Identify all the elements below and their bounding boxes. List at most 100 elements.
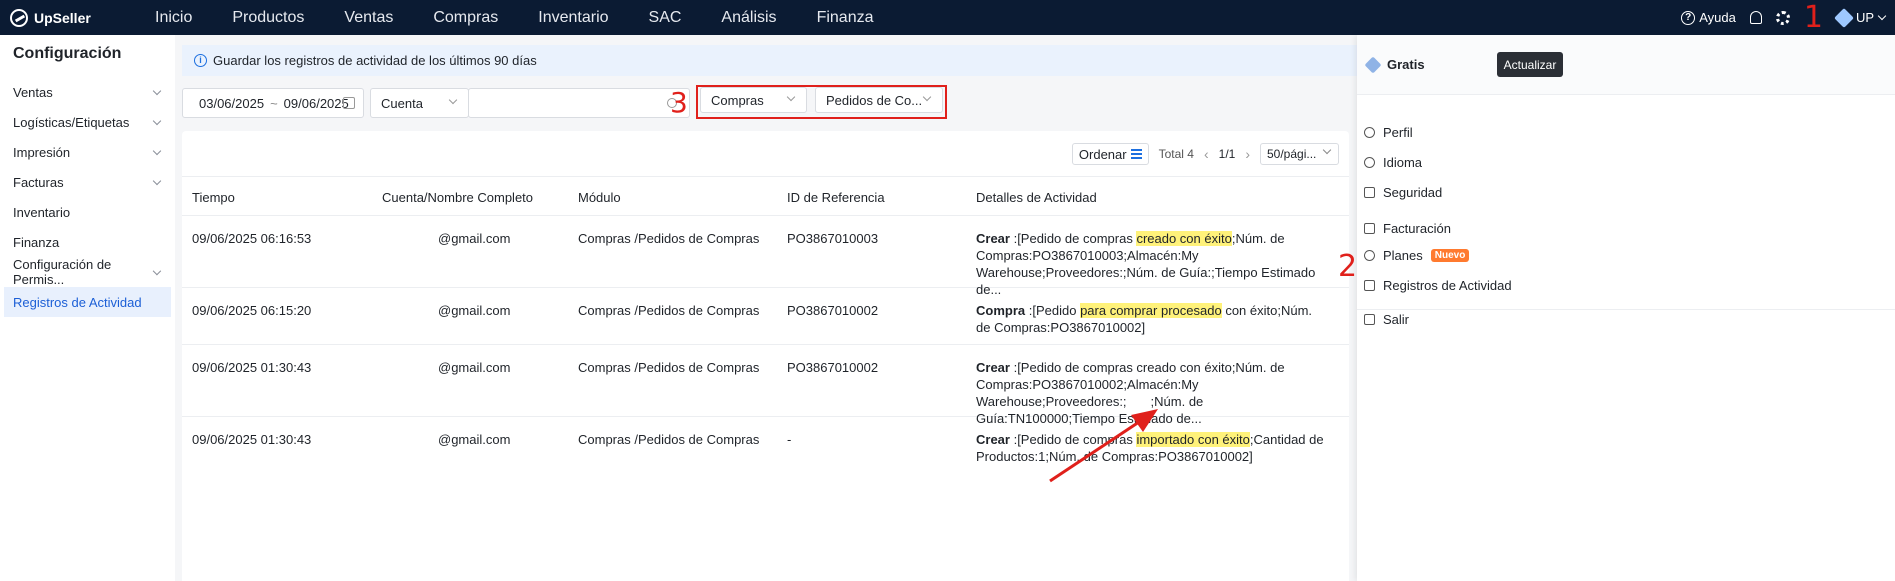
- plan-row: Gratis Actualizar: [1357, 35, 1895, 95]
- cell-module: Compras /Pedidos de Compras: [578, 303, 760, 318]
- globe-icon: [1364, 156, 1375, 168]
- next-page-icon[interactable]: ›: [1245, 146, 1250, 162]
- detail-action: Crear: [976, 231, 1010, 246]
- search-input[interactable]: [468, 88, 690, 118]
- menu-item-facturacion[interactable]: Facturación: [1357, 213, 1895, 243]
- menu-item-planes[interactable]: Planes Nuevo: [1357, 240, 1895, 270]
- detail-text: :[Pedido de compras: [1009, 231, 1137, 246]
- detail-text: :[Pedido de compras: [1009, 432, 1137, 447]
- cell-account: @gmail.com: [438, 360, 511, 375]
- user-name: UP: [1855, 10, 1874, 25]
- logout-icon: [1364, 313, 1375, 325]
- menu-item-label: Registros de Actividad: [1383, 277, 1512, 293]
- menu-item-idioma[interactable]: Idioma: [1357, 147, 1895, 177]
- notice-text: Guardar los registros de actividad de lo…: [213, 53, 537, 68]
- retention-notice: i Guardar los registros de actividad de …: [182, 45, 1357, 76]
- diamond-icon: [1834, 7, 1854, 28]
- chevron-down-icon: [152, 86, 162, 95]
- table-toolbar: Ordenar Total 4 ‹ 1/1 › 50/pági...: [1071, 143, 1339, 165]
- nav-ventas[interactable]: Ventas: [324, 9, 413, 27]
- separator: [1357, 309, 1895, 310]
- detail-action: Crear: [976, 432, 1010, 447]
- diamond-icon: [1364, 56, 1382, 73]
- diamond-outline-icon: [1364, 249, 1375, 261]
- chevron-down-icon: [153, 266, 162, 275]
- cell-module: Compras /Pedidos de Compras: [578, 432, 760, 447]
- module-select[interactable]: Compras: [700, 87, 807, 113]
- sidebar-item-permisos[interactable]: Configuración de Permis...: [0, 257, 175, 287]
- help-link[interactable]: ? Ayuda: [1681, 10, 1736, 25]
- nav-sac[interactable]: SAC: [629, 9, 702, 27]
- nav-productos[interactable]: Productos: [212, 9, 324, 27]
- nav-compras[interactable]: Compras: [413, 9, 518, 27]
- cell-account: @gmail.com: [438, 303, 511, 318]
- logo-text: UpSeller: [34, 9, 91, 26]
- sidebar-item-label: Logísticas/Etiquetas: [13, 114, 130, 130]
- sort-button[interactable]: Ordenar: [1071, 143, 1149, 165]
- menu-item-seguridad[interactable]: Seguridad: [1357, 177, 1895, 207]
- gear-icon[interactable]: [1775, 10, 1790, 25]
- sidebar-item-registros[interactable]: Registros de Actividad: [4, 287, 171, 317]
- user-dropdown-panel: Gratis Actualizar Perfil Idioma Segurida…: [1357, 35, 1895, 581]
- menu-item-label: Facturación: [1383, 220, 1451, 236]
- menu-item-perfil[interactable]: Perfil: [1357, 117, 1895, 147]
- sidebar-item-label: Finanza: [13, 234, 60, 250]
- sort-label: Ordenar: [1078, 146, 1127, 162]
- cell-time: 09/06/2025 06:16:53: [192, 231, 312, 246]
- top-right-tools: ? Ayuda 1 UP: [1681, 0, 1887, 35]
- nav-analisis[interactable]: Análisis: [701, 9, 796, 27]
- sort-icon: [1130, 149, 1142, 159]
- sidebar-item-label: Registros de Actividad: [13, 294, 142, 310]
- account-select[interactable]: Cuenta: [370, 88, 469, 118]
- upgrade-button[interactable]: Actualizar: [1497, 52, 1563, 77]
- annotation-number-3: 3: [670, 86, 688, 119]
- cell-reference: PO3867010002: [787, 360, 879, 375]
- sidebar-item-finanza[interactable]: Finanza: [0, 227, 175, 257]
- detail-highlight: importado con éxito: [1136, 432, 1250, 447]
- header-cuenta: Cuenta/Nombre Completo: [382, 190, 534, 205]
- main-nav: Inicio Productos Ventas Compras Inventar…: [135, 9, 893, 27]
- top-navigation-bar: UpSeller Inicio Productos Ventas Compras…: [0, 0, 1895, 35]
- prev-page-icon[interactable]: ‹: [1204, 146, 1209, 162]
- header-tiempo: Tiempo: [192, 190, 235, 205]
- nav-inventario[interactable]: Inventario: [518, 9, 628, 27]
- sidebar-item-logisticas[interactable]: Logísticas/Etiquetas: [0, 107, 175, 137]
- bell-icon[interactable]: [1749, 11, 1762, 24]
- cell-details: Compra :[Pedido para comprar procesado c…: [976, 302, 1326, 336]
- cell-time: 09/06/2025 01:30:43: [192, 360, 312, 375]
- chevron-down-icon: [1322, 145, 1332, 155]
- cell-reference: -: [787, 432, 792, 447]
- submodule-select-value: Pedidos de Co...: [826, 92, 923, 108]
- sidebar-item-impresion[interactable]: Impresión: [0, 137, 175, 167]
- date-to: 09/06/2025: [283, 95, 349, 111]
- settings-sidebar: Configuración Ventas Logísticas/Etiqueta…: [0, 35, 175, 581]
- table-row: 09/06/2025 06:16:53 @gmail.com Compras /…: [182, 216, 1349, 297]
- header-detalles: Detalles de Actividad: [976, 190, 1097, 205]
- annotation-number-1: 1: [1803, 0, 1823, 35]
- submodule-select[interactable]: Pedidos de Co...: [815, 87, 943, 113]
- detail-highlight: creado con éxito: [1136, 231, 1232, 246]
- nav-inicio[interactable]: Inicio: [135, 9, 212, 27]
- user-menu-trigger[interactable]: UP: [1834, 7, 1887, 28]
- sidebar-item-label: Ventas: [13, 84, 53, 100]
- page-size-select[interactable]: 50/pági...: [1260, 143, 1339, 165]
- menu-item-label: Salir: [1383, 311, 1410, 327]
- page-size-value: 50/pági...: [1267, 147, 1317, 161]
- logo-icon: [10, 8, 28, 27]
- sidebar-item-ventas[interactable]: Ventas: [0, 77, 175, 107]
- sidebar-title: Configuración: [13, 45, 122, 62]
- nav-finanza[interactable]: Finanza: [797, 9, 894, 27]
- log-icon: [1364, 279, 1375, 291]
- sidebar-item-label: Configuración de Permis...: [13, 257, 112, 287]
- menu-item-registros[interactable]: Registros de Actividad: [1357, 270, 1895, 300]
- date-range-picker[interactable]: 03/06/2025 ~ 09/06/2025: [182, 88, 364, 118]
- menu-item-label: Idioma: [1383, 154, 1423, 170]
- upseller-logo[interactable]: UpSeller: [10, 8, 120, 27]
- header-referencia: ID de Referencia: [787, 190, 885, 205]
- help-icon: ?: [1681, 10, 1696, 25]
- cell-reference: PO3867010002: [787, 303, 879, 318]
- sidebar-item-facturas[interactable]: Facturas: [0, 167, 175, 197]
- sidebar-item-inventario[interactable]: Inventario: [0, 197, 175, 227]
- account-select-value: Cuenta: [381, 95, 423, 111]
- chevron-down-icon: [1877, 11, 1887, 21]
